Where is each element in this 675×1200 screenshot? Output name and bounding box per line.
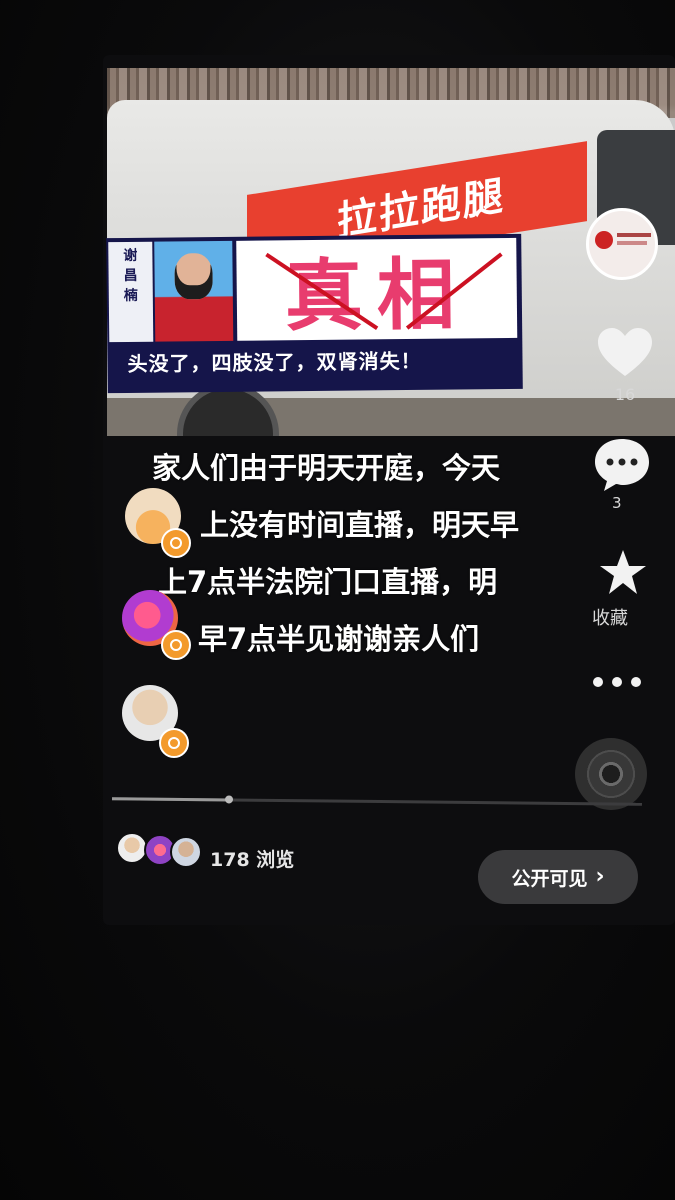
author-avatar[interactable]: [586, 208, 658, 280]
music-disc-icon[interactable]: [575, 738, 647, 810]
caption-line: 上7点半法院门口直播，明: [158, 565, 498, 599]
banner-subtitle: 头没了，四肢没了，双肾消失！: [127, 348, 422, 376]
progress-knob[interactable]: [224, 795, 233, 804]
visibility-button[interactable]: 公开可见 ›: [478, 850, 638, 904]
caption-line: 早7点半见谢谢亲人们: [198, 622, 480, 656]
caption-line: 家人们由于明天开庭，今天: [152, 451, 501, 485]
banner-title-text: 真相: [284, 249, 470, 343]
coin-badge-icon: [161, 528, 191, 558]
visibility-label: 公开可见: [511, 867, 588, 890]
coin-badge-icon: [161, 630, 191, 660]
more-icon[interactable]: [590, 670, 644, 694]
banner-name-text: 谢昌楠: [123, 247, 138, 304]
avatar-line: [617, 241, 647, 245]
avatar-dot: [595, 231, 613, 249]
banner-name: 谢昌楠: [108, 241, 154, 343]
coin-badge-icon: [159, 728, 189, 758]
avatar-line: [617, 233, 651, 237]
caption-line: 上没有时间直播，明天早: [200, 508, 520, 542]
protest-banner: 谢昌楠 真相 头没了，四肢没了，双肾消失！: [106, 233, 523, 394]
video-caption: 家人们由于明天开庭，今天 上没有时间直播，明天早 上7点半法院门口直播，明 早7…: [148, 440, 618, 668]
banner-portrait: [154, 240, 234, 342]
view-count[interactable]: 178 浏览: [210, 845, 294, 872]
viewer-avatar: [170, 836, 202, 868]
heart-icon[interactable]: [596, 326, 654, 380]
chevron-right-icon: ›: [595, 864, 605, 889]
like-count: 16: [614, 385, 636, 404]
banner-title: 真相: [236, 237, 518, 342]
portrait-face: [174, 253, 213, 300]
